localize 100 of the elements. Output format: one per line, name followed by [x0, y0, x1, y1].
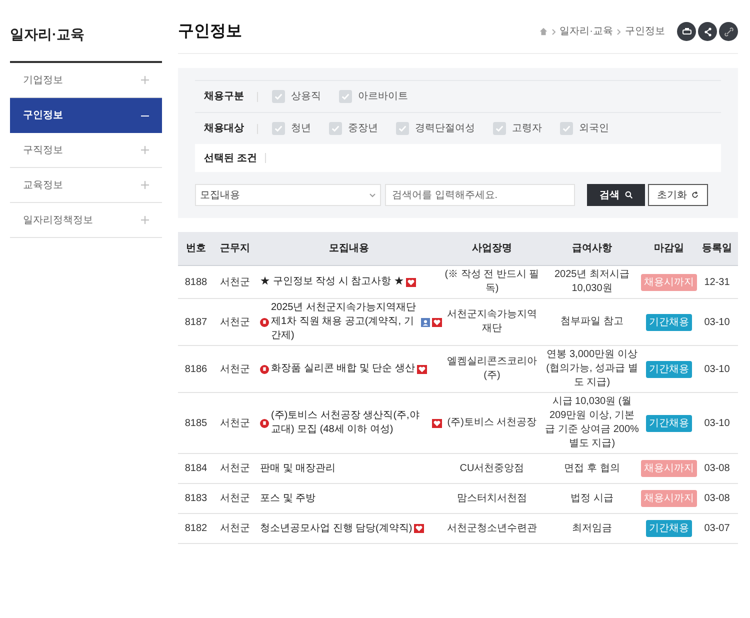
column-header: 급여사항: [571, 242, 613, 256]
checkbox[interactable]: [560, 122, 573, 135]
table-cell-text: 8184: [184, 462, 208, 476]
table-cell-text: 12-31: [703, 276, 731, 290]
checkbox-label: 고령자: [512, 122, 542, 136]
table-cell-text: 서천군청소년수련관: [446, 522, 538, 536]
status-badge: 채용시까지: [641, 274, 697, 290]
checkmark-icon: [495, 124, 504, 133]
table-cell-text: 8188: [184, 276, 208, 290]
column-header: 마감일: [653, 242, 685, 256]
checkbox-label: 상용직: [291, 90, 321, 104]
sidebar-item[interactable]: 구인정보: [10, 98, 162, 133]
column-header: 번호: [185, 242, 207, 256]
status-badge: 기간채용: [646, 414, 692, 432]
refresh-icon: [691, 191, 699, 199]
table-cell-text: 서천군: [219, 416, 251, 430]
chevron-icon: [617, 28, 621, 34]
job-title-link[interactable]: 청소년공모사업 진행 담당(계약직): [260, 522, 412, 536]
search-icon: [624, 191, 632, 199]
checkbox[interactable]: [329, 122, 342, 135]
checkbox[interactable]: [396, 122, 409, 135]
table-cell-text: 8187: [184, 316, 208, 330]
table-cell-text: 서천군지속가능지역재단: [446, 308, 538, 336]
column-header: 등록일: [701, 242, 733, 256]
status-badge: 채용시까지: [641, 490, 697, 507]
home-icon[interactable]: [538, 27, 548, 36]
checkmark-icon: [331, 124, 340, 133]
table-cell-text: 서천군: [219, 492, 251, 506]
filter-label: 채용구분: [203, 90, 245, 104]
checkmark-icon: [398, 124, 407, 133]
page-title: 구인정보: [178, 22, 242, 42]
status-badge: 채용시까지: [641, 460, 697, 477]
job-title-link[interactable]: ★ 구인정보 작성 시 참고사항 ★: [260, 275, 404, 289]
share-button[interactable]: [698, 22, 717, 41]
checkmark-icon: [562, 124, 571, 133]
job-title-link[interactable]: (주)토비스 서천공장 생산직(주,야 교대) 모집 (48세 이하 여성): [271, 409, 430, 437]
sidebar-item[interactable]: 교육정보: [10, 168, 162, 203]
table-cell-text: 서천군: [219, 362, 251, 376]
print-button[interactable]: [677, 22, 696, 41]
checkmark-icon: [274, 92, 283, 101]
chevron-down-icon: [369, 192, 376, 198]
table-cell-text: 03-07: [703, 522, 731, 536]
job-title-link[interactable]: 2025년 서천군지속가능지역재단 제1차 직원 채용 공고(계약직, 기간제): [271, 301, 419, 343]
breadcrumb-link[interactable]: 구인정보: [625, 24, 665, 39]
table-cell-text: 맘스터치서천점: [456, 492, 528, 506]
checkbox[interactable]: [272, 90, 285, 103]
table-cell-text: 8182: [184, 522, 208, 536]
checkbox[interactable]: [339, 90, 352, 103]
table-cell-text: 연봉 3,000만원 이상 (협의가능, 성과급 별도 지급): [545, 348, 639, 390]
checkbox[interactable]: [493, 122, 506, 135]
job-title-link[interactable]: 포스 및 주방: [260, 492, 316, 506]
category-select[interactable]: 모집내용: [195, 184, 381, 206]
reset-button[interactable]: 초기화: [648, 184, 708, 206]
sidebar-item[interactable]: 일자리정책정보: [10, 203, 162, 238]
table-cell-text: 서천군: [219, 276, 251, 290]
breadcrumb-link[interactable]: 일자리·교육: [560, 24, 613, 39]
checkbox-label: 아르바이트: [358, 90, 408, 104]
filter-label: 선택된 조건: [203, 152, 258, 166]
checkbox[interactable]: [272, 122, 285, 135]
checkbox-label: 경력단절여성: [415, 122, 475, 136]
table-cell-text: 8183: [184, 492, 208, 506]
table-cell-text: 03-08: [703, 462, 731, 476]
sidebar-title: 일자리·교육: [10, 24, 162, 63]
table-cell-text: 최저임금: [571, 522, 613, 536]
table-cell-text: 2025년 최저시급 10,030원: [553, 268, 631, 296]
plus-icon: [141, 76, 149, 84]
checkbox-label: 외국인: [579, 122, 609, 136]
column-header: 근무지: [219, 242, 251, 256]
link-icon: [724, 26, 734, 36]
table-cell-text: 시급 10,030원 (월 209만원 이상, 기본급 기준 상여금 200% 별도 지급): [544, 395, 640, 451]
plus-icon: [141, 216, 149, 224]
plus-icon: [141, 181, 149, 189]
table-cell-text: CU서천중앙점: [458, 462, 526, 476]
checkmark-icon: [341, 92, 350, 101]
checkmark-icon: [274, 124, 283, 133]
job-title-link[interactable]: 판매 및 매장관리: [260, 462, 336, 476]
table-cell-text: 서천군: [219, 522, 251, 536]
column-header: 사업장명: [471, 242, 513, 256]
job-title-link[interactable]: 화장품 실리콘 배합 및 단순 생산: [271, 362, 415, 376]
checkbox-label: 청년: [291, 122, 311, 136]
table-cell-text: 03-10: [703, 362, 731, 376]
link-button[interactable]: [719, 22, 738, 41]
table-cell-text: 03-10: [703, 316, 731, 330]
table-cell-text: 법정 시급: [570, 492, 614, 506]
search-field[interactable]: 검색어를 입력해주세요.: [385, 184, 575, 206]
table-cell-text: 서천군: [219, 316, 251, 330]
table-cell-text: 03-08: [703, 492, 731, 506]
search-button[interactable]: 검색: [587, 184, 645, 206]
sidebar-item[interactable]: 구직정보: [10, 133, 162, 168]
table-cell-text: 서천군: [219, 462, 251, 476]
table-cell-text: 8186: [184, 362, 208, 376]
table-cell-text: 03-10: [703, 416, 731, 430]
status-badge: 기간채용: [646, 314, 692, 330]
status-badge: 기간채용: [646, 360, 692, 378]
checkbox-label: 중장년: [348, 122, 378, 136]
chevron-icon: [552, 28, 556, 34]
table-cell-text: (※ 작성 전 반드시 필독): [444, 268, 540, 296]
printer-icon: [682, 26, 692, 36]
status-badge: 기간채용: [646, 520, 692, 537]
table-cell-text: 면접 후 협의: [563, 462, 621, 476]
